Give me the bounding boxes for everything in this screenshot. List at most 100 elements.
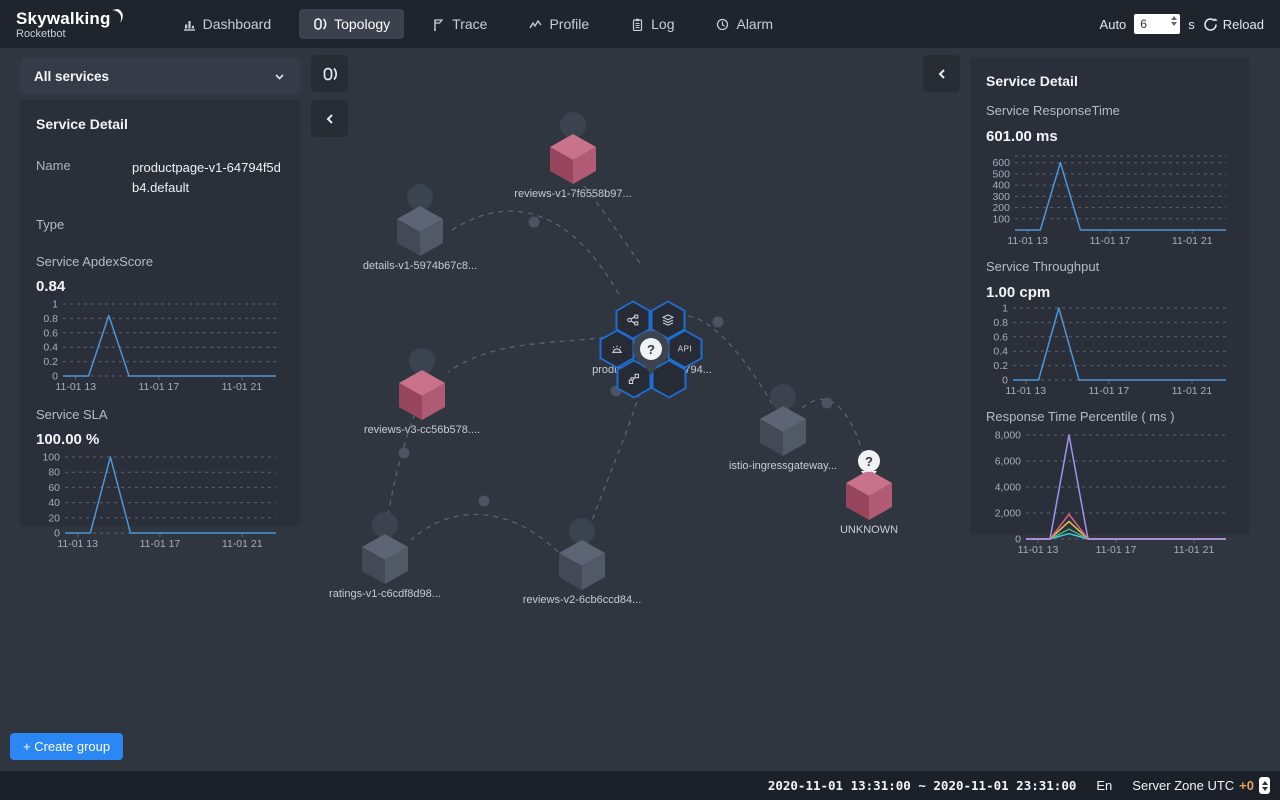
alarm-icon xyxy=(716,18,729,31)
service-name-value: productpage-v1-64794f5db4.default xyxy=(132,158,282,197)
svg-text:11-01 21: 11-01 21 xyxy=(1174,544,1215,556)
apdex-chart: 10.80.60.40.2011-01 1311-01 1711-01 21 xyxy=(36,299,284,393)
svg-text:80: 80 xyxy=(48,467,60,479)
chevron-left-icon xyxy=(324,113,336,125)
auto-interval-value: 6 xyxy=(1140,17,1147,31)
alarm-bell-icon xyxy=(611,343,624,356)
topology-node-reviews-v2[interactable]: reviews-v2-6cb6ccd84... xyxy=(502,518,662,606)
svg-text:20: 20 xyxy=(48,512,60,524)
log-icon xyxy=(631,18,644,31)
type-label: Type xyxy=(36,217,284,232)
node-label: reviews-v2-6cb6ccd84... xyxy=(523,594,642,606)
svg-text:0.6: 0.6 xyxy=(43,327,58,339)
reload-button[interactable]: Reload xyxy=(1203,17,1264,32)
error-service-cube-icon xyxy=(546,112,600,186)
services-dropdown[interactable]: All services xyxy=(20,57,300,95)
topology-node-reviews-v3[interactable]: reviews-v3-cc56b578.... xyxy=(342,348,502,436)
chevron-down-icon xyxy=(273,70,286,83)
svg-text:0.8: 0.8 xyxy=(993,317,1008,329)
percentile-chart: 8,0006,0004,0002,000011-01 1311-01 1711-… xyxy=(986,430,1234,556)
topology-mode-button[interactable] xyxy=(311,55,348,92)
throughput-chart-title: Service Throughput xyxy=(986,259,1234,274)
service-cube-icon xyxy=(756,384,810,458)
node-label: reviews-v1-7f6558b97... xyxy=(514,188,631,200)
services-dropdown-value: All services xyxy=(34,69,109,84)
apdex-value: 0.84 xyxy=(36,278,284,295)
nav-item-label: Trace xyxy=(452,16,487,32)
main-nav: Dashboard Topology Trace Profile xyxy=(169,9,787,39)
response-time-chart-title: Service ResponseTime xyxy=(986,103,1234,118)
svg-text:1: 1 xyxy=(1002,303,1008,315)
footer: 2020-11-01 13:31:00 ~ 2020-11-01 23:31:0… xyxy=(0,771,1280,800)
error-service-cube-icon: ? xyxy=(842,448,896,522)
brand-logo[interactable]: Skywalking Rocketbot xyxy=(16,9,125,40)
svg-text:100: 100 xyxy=(992,213,1010,225)
svg-text:0.4: 0.4 xyxy=(43,342,58,354)
nav-item-topology[interactable]: Topology xyxy=(299,9,404,39)
brand-subtitle: Rocketbot xyxy=(16,28,125,40)
svg-text:60: 60 xyxy=(48,482,60,494)
sla-value: 100.00 % xyxy=(36,431,284,448)
svg-text:8,000: 8,000 xyxy=(995,430,1021,442)
nav-item-label: Alarm xyxy=(736,16,773,32)
response-time-chart: 60050040030020010011-01 1311-01 1711-01 … xyxy=(986,151,1234,247)
auto-interval-input[interactable]: 6 xyxy=(1134,14,1180,34)
svg-text:1: 1 xyxy=(52,299,58,311)
nav-item-log[interactable]: Log xyxy=(617,9,688,39)
topology-node-reviews-v1[interactable]: reviews-v1-7f6558b97... xyxy=(493,112,653,200)
svg-text:11-01 13: 11-01 13 xyxy=(1007,235,1048,247)
node-label: details-v1-5974b67c8... xyxy=(363,260,477,272)
reload-label: Reload xyxy=(1223,17,1264,32)
svg-text:11-01 17: 11-01 17 xyxy=(1096,544,1137,556)
server-zone-stepper[interactable] xyxy=(1259,777,1270,794)
response-time-value: 601.00 ms xyxy=(986,128,1234,145)
svg-text:0.2: 0.2 xyxy=(993,360,1008,372)
svg-text:11-01 17: 11-01 17 xyxy=(140,538,181,550)
svg-text:?: ? xyxy=(865,454,873,469)
svg-text:2,000: 2,000 xyxy=(995,508,1021,520)
instance-layers-icon xyxy=(662,314,675,327)
throughput-chart: 10.80.60.40.2011-01 1311-01 1711-01 21 xyxy=(986,303,1234,397)
nav-right-controls: Auto 6 s Reload xyxy=(1100,14,1264,34)
svg-text:200: 200 xyxy=(992,202,1010,214)
name-label: Name xyxy=(36,158,132,197)
create-group-button[interactable]: + Create group xyxy=(10,733,123,760)
svg-text:0.6: 0.6 xyxy=(993,331,1008,343)
question-mark-icon[interactable]: ? xyxy=(640,338,662,360)
svg-text:600: 600 xyxy=(992,157,1010,169)
svg-text:11-01 17: 11-01 17 xyxy=(1089,385,1130,397)
svg-text:11-01 21: 11-01 21 xyxy=(222,381,263,393)
nav-item-profile[interactable]: Profile xyxy=(515,9,603,39)
sla-chart: 10080604020011-01 1311-01 1711-01 21 xyxy=(36,452,284,550)
trace-icon xyxy=(432,18,445,31)
node-label: ratings-v1-c6cdf8d98... xyxy=(329,588,441,600)
nav-item-trace[interactable]: Trace xyxy=(418,9,501,39)
topology-node-ratings-v1[interactable]: ratings-v1-c6cdf8d98... xyxy=(305,512,465,600)
throughput-value: 1.00 cpm xyxy=(986,284,1234,301)
service-cube-icon xyxy=(393,184,447,258)
reload-icon xyxy=(1203,17,1218,32)
api-icon: API xyxy=(678,345,692,354)
auto-unit: s xyxy=(1188,17,1195,32)
nav-item-alarm[interactable]: Alarm xyxy=(702,9,787,39)
svg-text:4,000: 4,000 xyxy=(995,482,1021,494)
dependency-icon xyxy=(628,373,641,386)
svg-text:300: 300 xyxy=(992,191,1010,203)
time-range[interactable]: 2020-11-01 13:31:00 ~ 2020-11-01 23:31:0… xyxy=(768,778,1077,793)
auto-interval-stepper[interactable] xyxy=(1171,16,1177,26)
collapse-right-panel-button[interactable] xyxy=(923,55,960,92)
panel-title: Service Detail xyxy=(986,73,1234,89)
service-cube-icon xyxy=(358,512,412,586)
error-service-cube-icon xyxy=(395,348,449,422)
auto-label: Auto xyxy=(1100,17,1127,32)
brand-title: Skywalking xyxy=(16,9,111,29)
svg-text:11-01 21: 11-01 21 xyxy=(1172,385,1213,397)
percentile-chart-title: Response Time Percentile ( ms ) xyxy=(986,409,1234,424)
svg-text:11-01 13: 11-01 13 xyxy=(55,381,96,393)
topology-node-unknown[interactable]: ?UNKNOWN xyxy=(789,448,949,536)
svg-text:0.8: 0.8 xyxy=(43,313,58,325)
collapse-left-panel-button[interactable] xyxy=(311,100,348,137)
topology-node-details-v1[interactable]: details-v1-5974b67c8... xyxy=(340,184,500,272)
nav-item-dashboard[interactable]: Dashboard xyxy=(169,9,286,39)
language-toggle[interactable]: En xyxy=(1096,778,1112,793)
